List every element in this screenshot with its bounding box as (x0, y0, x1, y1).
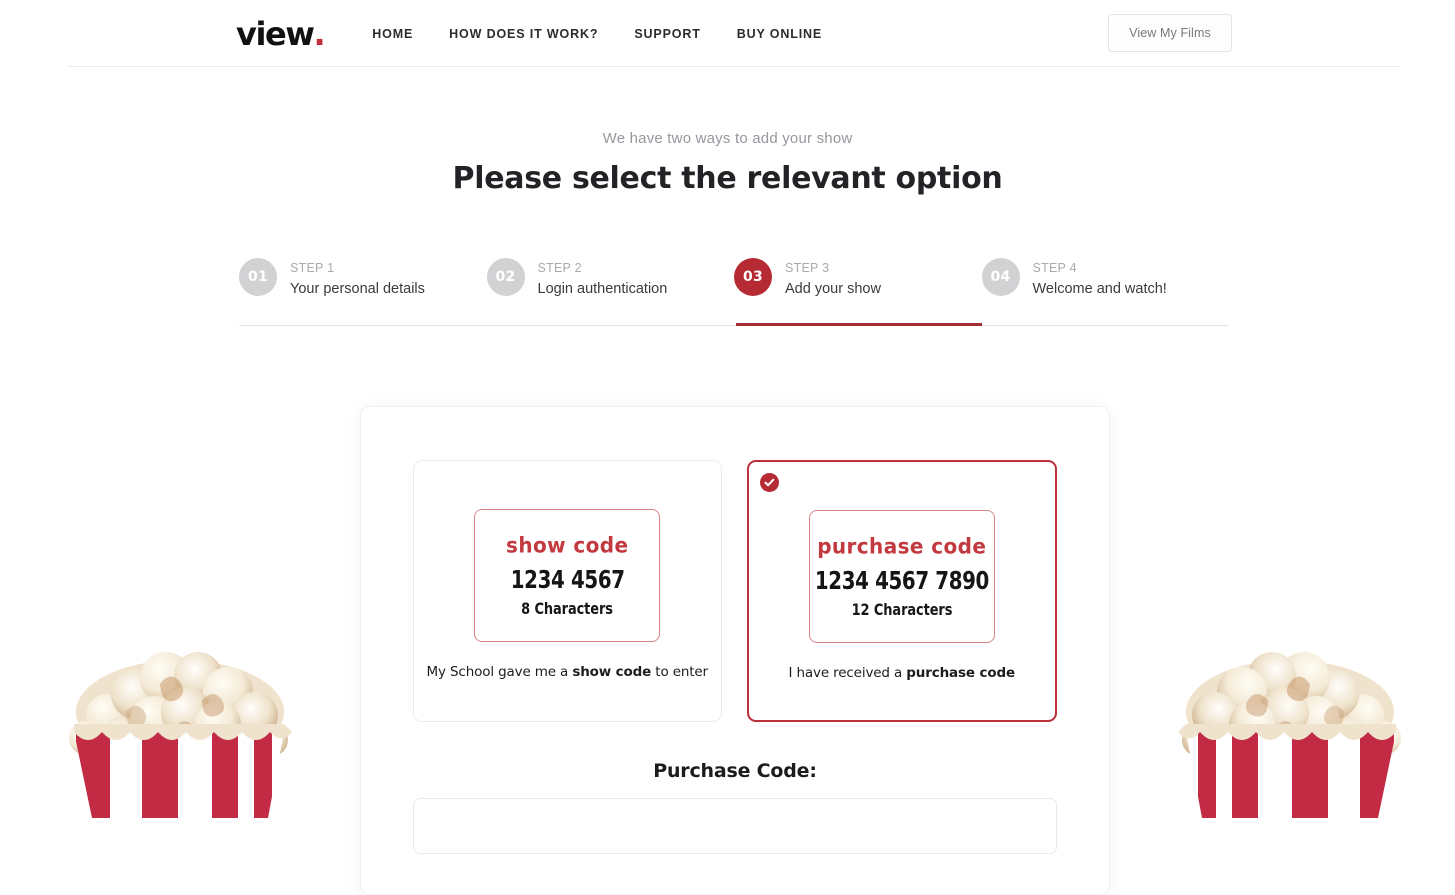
step-label-4: STEP 4 (1033, 259, 1167, 278)
stepper-item-4[interactable]: 04 STEP 4 Welcome and watch! (982, 258, 1230, 300)
code-box-show-code: show code 1234 4567 8 Characters (474, 509, 660, 642)
step-name-2: Login authentication (538, 278, 668, 300)
check-icon-purchase-code (760, 473, 779, 492)
step-pin-icon-1: 01 (239, 258, 277, 296)
step-name-4: Welcome and watch! (1033, 278, 1167, 300)
step-pin-icon-3: 03 (734, 258, 772, 296)
purchase-code-field-block: Purchase Code: (361, 722, 1109, 894)
option-row: show code 1234 4567 8 Characters My Scho… (361, 407, 1109, 722)
nav-link-home[interactable]: HOME (372, 27, 413, 41)
brand-logo[interactable]: view. (236, 18, 324, 50)
step-name-3: Add your show (785, 278, 881, 300)
caption-strong-purchase-code: purchase code (906, 665, 1015, 681)
caption-pre-show-code: My School gave me a (427, 664, 573, 680)
step-label-2: STEP 2 (538, 259, 668, 278)
step-label-1: STEP 1 (290, 259, 425, 278)
stepper-item-1[interactable]: 01 STEP 1 Your personal details (239, 258, 487, 300)
caption-strong-show-code: show code (572, 664, 651, 680)
code-count-purchase-code: 12 Characters (851, 600, 952, 619)
header-divider (68, 66, 1400, 67)
code-box-purchase-code: purchase code 1234 4567 7890 12 Characte… (809, 510, 995, 643)
brand-logo-text: view (236, 18, 314, 50)
stepper-track-fill (736, 323, 982, 326)
step-text-2: STEP 2 Login authentication (538, 258, 668, 300)
code-count-show-code: 8 Characters (521, 599, 613, 618)
caption-post-show-code: to enter (651, 664, 708, 680)
view-my-films-button[interactable]: View My Films (1108, 14, 1232, 52)
popcorn-left-image (62, 620, 294, 818)
option-card-show-code[interactable]: show code 1234 4567 8 Characters My Scho… (413, 460, 722, 722)
option-caption-show-code: My School gave me a show code to enter (427, 664, 708, 680)
purchase-code-label: Purchase Code: (413, 760, 1057, 782)
step-label-3: STEP 3 (785, 259, 881, 278)
popcorn-right-image (1176, 620, 1408, 818)
stepper-row: 01 STEP 1 Your personal details 02 STEP … (239, 258, 1229, 300)
progress-stepper: 01 STEP 1 Your personal details 02 STEP … (239, 258, 1229, 330)
step-pin-icon-2: 02 (487, 258, 525, 296)
nav-link-support[interactable]: SUPPORT (634, 27, 700, 41)
option-caption-purchase-code: I have received a purchase code (789, 665, 1015, 681)
nav-link-buy-online[interactable]: BUY ONLINE (737, 27, 822, 41)
step-text-1: STEP 1 Your personal details (290, 258, 425, 300)
code-sample-purchase-code: 1234 4567 7890 (815, 566, 989, 595)
main-navigation: HOME HOW DOES IT WORK? SUPPORT BUY ONLIN… (372, 27, 822, 41)
code-sample-show-code: 1234 4567 (510, 565, 624, 594)
page-kicker: We have two ways to add your show (0, 130, 1455, 147)
code-title-show-code: show code (506, 532, 628, 557)
purchase-code-input[interactable] (413, 798, 1057, 854)
site-header: view. HOME HOW DOES IT WORK? SUPPORT BUY… (0, 0, 1455, 67)
step-text-3: STEP 3 Add your show (785, 258, 881, 300)
brand-logo-dot: . (314, 18, 325, 50)
page-title: Please select the relevant option (0, 161, 1455, 196)
stepper-item-3[interactable]: 03 STEP 3 Add your show (734, 258, 982, 300)
caption-pre-purchase-code: I have received a (789, 665, 907, 681)
stepper-item-2[interactable]: 02 STEP 2 Login authentication (487, 258, 735, 300)
step-text-4: STEP 4 Welcome and watch! (1033, 258, 1167, 300)
option-panel: show code 1234 4567 8 Characters My Scho… (360, 406, 1110, 895)
option-card-purchase-code[interactable]: purchase code 1234 4567 7890 12 Characte… (747, 460, 1058, 722)
nav-link-how-does-it-work[interactable]: HOW DOES IT WORK? (449, 27, 598, 41)
step-name-1: Your personal details (290, 278, 425, 300)
code-title-purchase-code: purchase code (817, 533, 986, 558)
header-inner: view. HOME HOW DOES IT WORK? SUPPORT BUY… (236, 0, 1232, 67)
step-pin-icon-4: 04 (982, 258, 1020, 296)
stepper-track (239, 325, 1229, 326)
